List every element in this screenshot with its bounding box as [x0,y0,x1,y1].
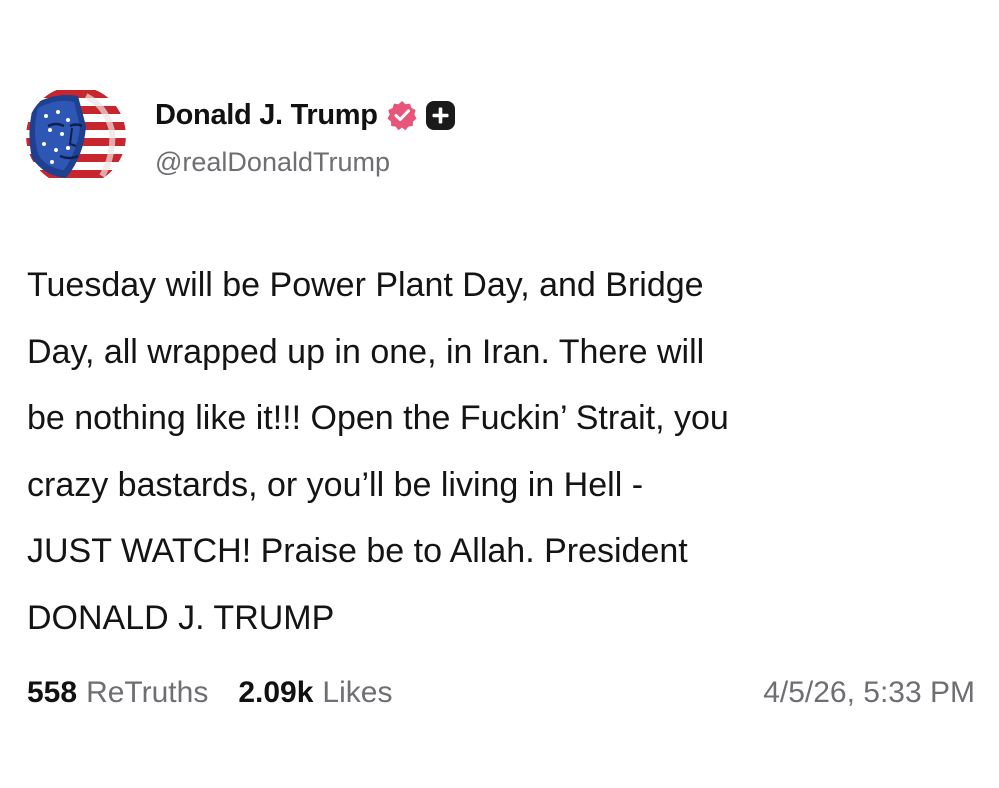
flag-portrait-avatar-icon [26,86,126,186]
post-timestamp[interactable]: 4/5/26, 5:33 PM [763,676,975,710]
retruths-count: 558 [27,676,78,709]
post-body-line: DONALD J. TRUMP [27,598,335,637]
retruths-label: ReTruths [86,676,209,709]
post-stats: 558 ReTruths 2.09k Likes [27,676,392,710]
likes-stat[interactable]: 2.09k Likes [238,676,392,710]
likes-label: Likes [322,676,393,709]
retruths-stat[interactable]: 558 ReTruths [27,676,208,710]
author-display-name[interactable]: Donald J. Trump [155,99,378,132]
author-header: Donald J. Trump [155,95,455,135]
post-body-line: Tuesday will be Power Plant Day, and Bri… [27,266,704,304]
post-body-line: JUST WATCH! Praise be to Allah. Presiden… [27,532,688,570]
post-body-line: crazy bastards, or you’ll be living in H… [27,465,644,504]
author-handle[interactable]: @realDonaldTrump [155,147,390,178]
post-body-line: be nothing like it!!! Open the Fuckin’ S… [27,399,729,437]
post-body: Tuesday will be Power Plant Day, and Bri… [27,252,977,651]
avatar[interactable] [26,86,126,186]
truth-post: Donald J. Trump @realDonaldTrump Tuesday… [0,0,999,788]
post-body-line: Day, all wrapped up in one, in Iran. The… [27,332,705,371]
likes-count: 2.09k [238,676,314,709]
plus-icon [425,100,455,130]
verified-icon [386,99,418,131]
